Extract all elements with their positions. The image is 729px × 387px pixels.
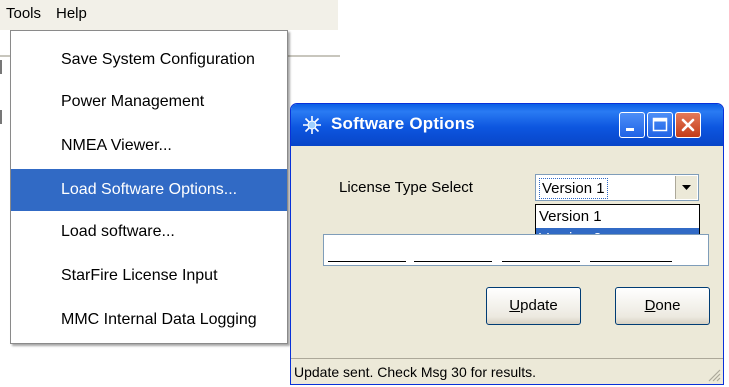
combobox-arrow-button[interactable]	[675, 176, 697, 199]
menu-item-nmea-viewer[interactable]: NMEA Viewer...	[11, 125, 287, 167]
resize-grip-icon[interactable]	[707, 368, 721, 382]
background-tick	[0, 60, 2, 74]
close-icon	[681, 118, 695, 132]
done-button-label: Done	[644, 297, 681, 314]
dialog-title: Software Options	[331, 114, 475, 133]
sparkle-icon	[303, 116, 321, 134]
status-bar: Update sent. Check Msg 30 for results.	[291, 358, 723, 384]
title-bar[interactable]: Software Options	[291, 104, 723, 146]
maximize-icon	[652, 117, 668, 132]
key-segment-3	[502, 261, 580, 262]
key-segment-4	[590, 261, 672, 262]
chevron-down-icon	[682, 185, 691, 190]
key-segment-2	[414, 261, 492, 262]
update-button-label: Update	[509, 297, 558, 314]
menu-item-starfire-license-input[interactable]: StarFire License Input	[11, 255, 287, 297]
menu-help[interactable]: Help	[54, 5, 89, 22]
software-options-dialog: Software Options License Type Select Ver…	[290, 103, 724, 385]
menu-item-mmc-internal-data-logging[interactable]: MMC Internal Data Logging	[11, 299, 287, 341]
key-segment-1	[328, 261, 406, 262]
menubar: Tools Help	[0, 0, 338, 30]
license-type-combobox[interactable]: Version 1	[535, 174, 699, 201]
background-tick	[0, 110, 2, 124]
menu-item-power-management[interactable]: Power Management	[11, 81, 287, 123]
license-key-field[interactable]	[323, 234, 709, 266]
close-button[interactable]	[675, 112, 701, 138]
status-text: Update sent. Check Msg 30 for results.	[294, 364, 536, 380]
minimize-button[interactable]	[619, 112, 645, 138]
menu-item-load-software[interactable]: Load software...	[11, 211, 287, 253]
license-type-label: License Type Select	[339, 179, 473, 196]
option-version-1[interactable]: Version 1	[536, 206, 699, 228]
done-button[interactable]: Done	[615, 287, 710, 325]
menu-tools[interactable]: Tools	[4, 5, 43, 22]
tools-dropdown-menu: Save System Configuration Power Manageme…	[10, 30, 288, 344]
license-type-value: Version 1	[539, 178, 608, 199]
update-button[interactable]: Update	[486, 287, 581, 325]
maximize-button[interactable]	[647, 112, 673, 138]
menu-item-save-system-configuration[interactable]: Save System Configuration	[11, 39, 287, 81]
minimize-icon	[626, 128, 634, 131]
menu-item-load-software-options[interactable]: Load Software Options...	[11, 169, 287, 211]
